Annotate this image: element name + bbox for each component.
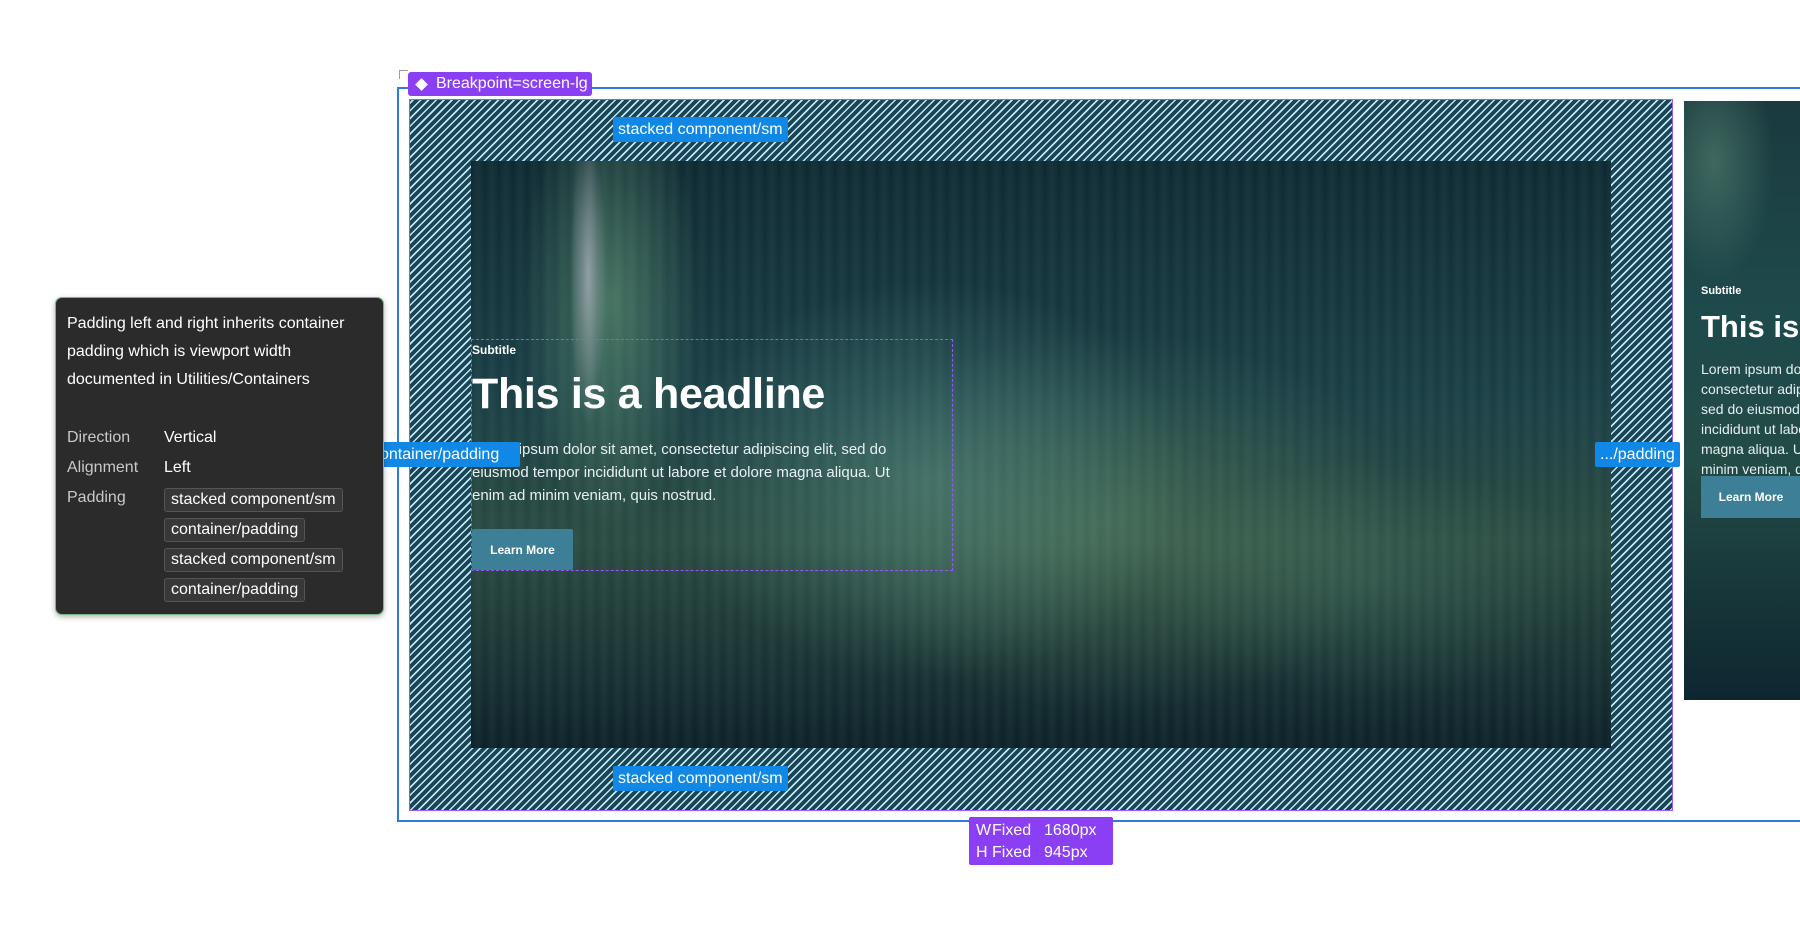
height-value: 945px (1044, 844, 1088, 861)
alignment-value: Left (164, 459, 191, 476)
padding-token-chip: container/padding (164, 578, 306, 602)
dimension-badge: W Fixed 1680px H Fixed 945px (969, 817, 1113, 865)
breakpoint-tag[interactable]: Breakpoint=screen-lg (408, 72, 592, 96)
hero-body-text: Lorem ipsum dolor sit amet, consectetur … (472, 441, 890, 504)
width-value: 1680px (1044, 822, 1097, 839)
layout-inspector-tooltip: Padding left and right inherits containe… (55, 297, 384, 615)
variant-subtitle: Subtitle (1701, 285, 1742, 297)
padding-token-chip: container/padding (164, 518, 306, 542)
hero-component[interactable]: Subtitle This is a headline Lorem ipsum … (409, 99, 1673, 811)
learn-more-button[interactable]: Learn More (472, 529, 573, 570)
height-axis: H (976, 844, 988, 861)
padding-bottom-label: stacked component/sm (613, 766, 788, 791)
padding-top-label: stacked component/sm (613, 117, 788, 142)
padding-left-label-text: container/padding (378, 446, 500, 463)
alignment-label: Alignment (67, 459, 139, 476)
hero-subtitle: Subtitle (472, 343, 516, 357)
variant-body-text: Lorem ipsum dolor sit amet, consectetur … (1701, 361, 1800, 477)
direction-value: Vertical (164, 429, 217, 446)
height-mode: Fixed (992, 844, 1032, 861)
width-axis: W (976, 822, 992, 839)
component-diamond-icon (415, 77, 428, 91)
width-row: W Fixed 1680px (976, 820, 1106, 842)
variant-learn-more-button[interactable]: Learn More (1701, 476, 1800, 518)
padding-left-label: container/padding (378, 442, 520, 467)
padding-token-chip: stacked component/sm (164, 488, 343, 512)
breakpoint-tag-label: Breakpoint=screen-lg (436, 75, 588, 92)
hero-image-area: Subtitle This is a headline Lorem ipsum … (471, 161, 1611, 748)
variant-headline: This is (1701, 309, 1800, 344)
padding-token-chip: stacked component/sm (164, 548, 343, 572)
padding-label: Padding (67, 489, 126, 506)
frame-corner-marker (399, 70, 408, 79)
hero-headline: This is a headline (472, 370, 826, 418)
inspector-description: Padding left and right inherits containe… (67, 315, 345, 388)
direction-label: Direction (67, 429, 131, 446)
hero-variant-frame[interactable]: Subtitle This is Lorem ipsum dolor sit a… (1684, 101, 1800, 700)
hero-text-block[interactable]: Subtitle This is a headline Lorem ipsum … (471, 339, 953, 571)
padding-right-label: .../padding (1595, 442, 1680, 467)
height-row: H Fixed 945px (976, 842, 1106, 864)
width-mode: Fixed (992, 822, 1032, 839)
